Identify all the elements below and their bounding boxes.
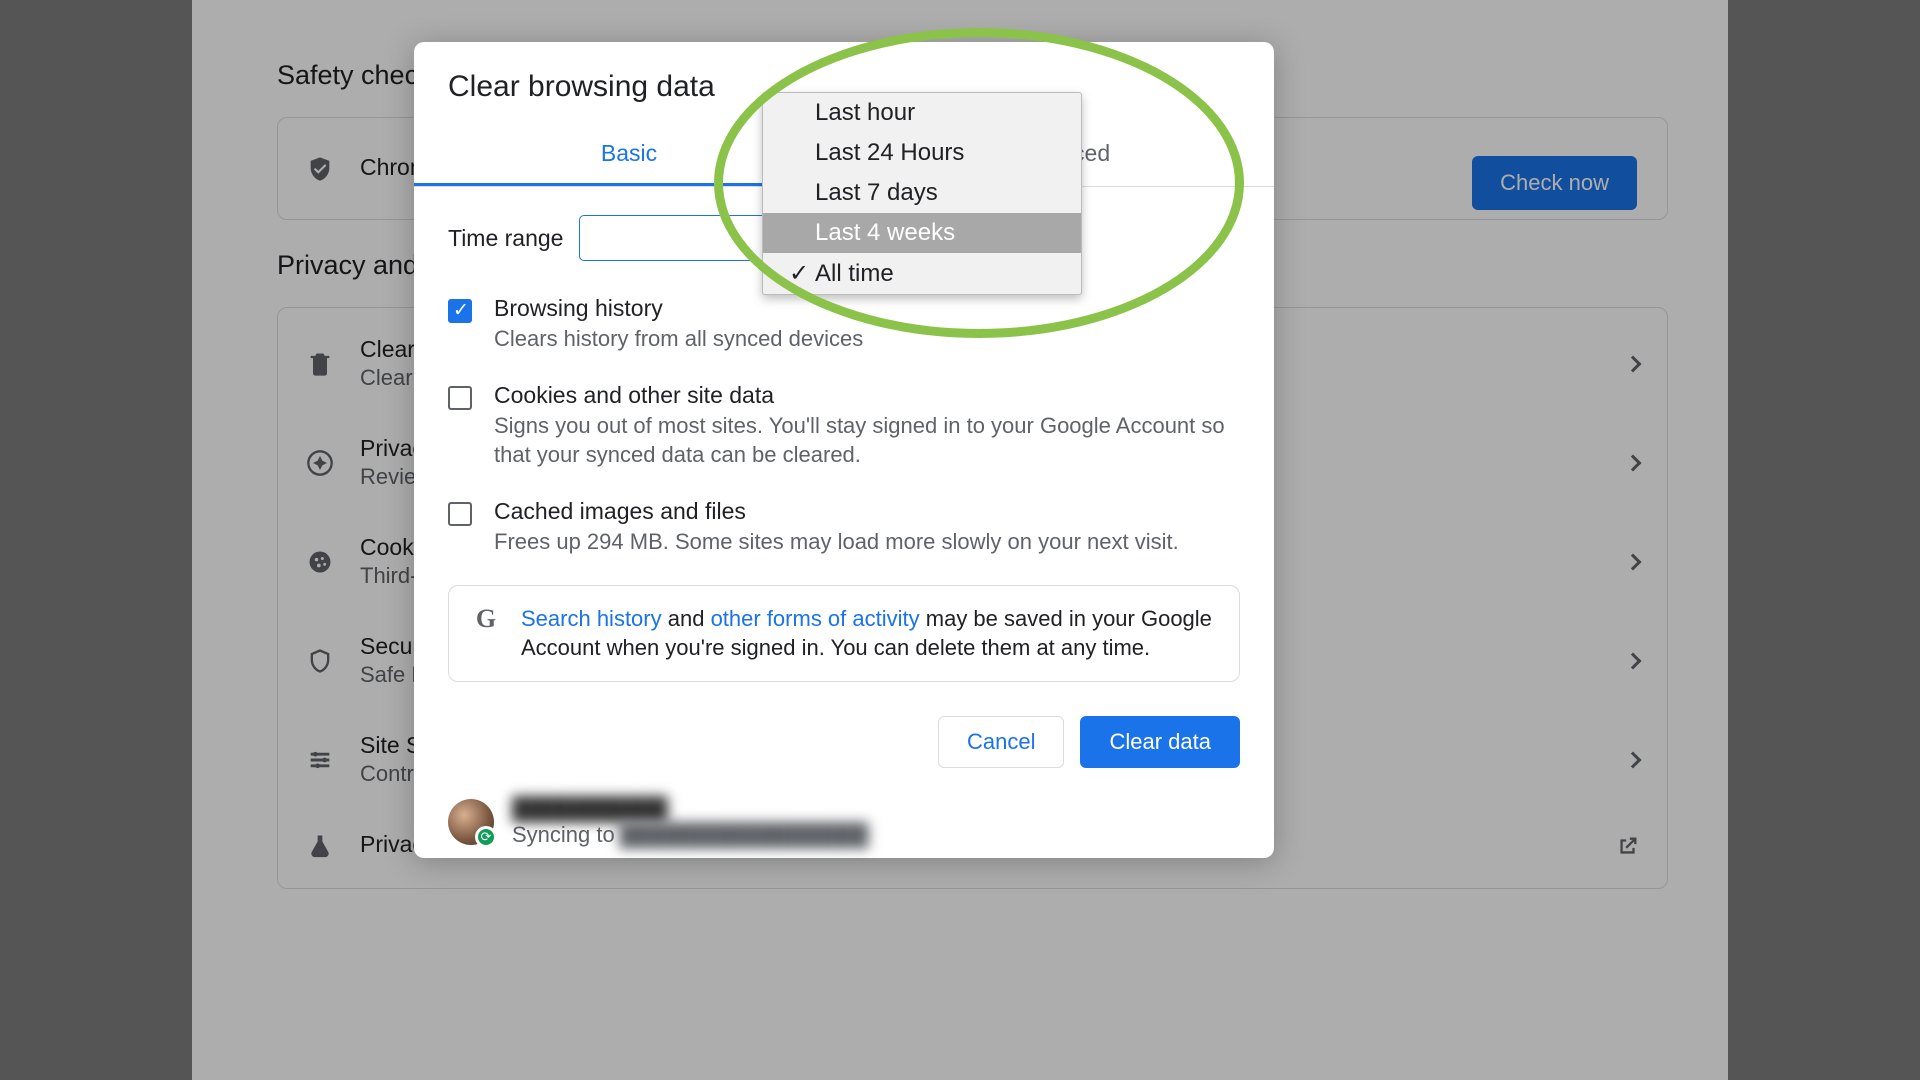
shield-outline-icon — [306, 647, 334, 675]
option-title: Browsing history — [494, 295, 863, 322]
option-browsing-history[interactable]: Browsing history Clears history from all… — [448, 295, 1240, 354]
option-title: Cached images and files — [494, 498, 1179, 525]
option-cookies[interactable]: Cookies and other site data Signs you ou… — [448, 382, 1240, 470]
account-name: ██████████ — [512, 796, 869, 822]
chevron-right-icon — [1625, 751, 1642, 768]
chevron-right-icon — [1625, 454, 1642, 471]
other-activity-link[interactable]: other forms of activity — [711, 606, 920, 631]
flask-icon — [306, 832, 334, 860]
info-text: Search history and other forms of activi… — [521, 604, 1217, 663]
option-desc: Clears history from all synced devices — [494, 324, 863, 354]
sync-account-row[interactable]: ⟳ ██████████ Syncing to ████████████████ — [414, 796, 1274, 858]
time-range-label: Time range — [448, 225, 563, 252]
option-cache[interactable]: Cached images and files Frees up 294 MB.… — [448, 498, 1240, 557]
open-external-icon — [1617, 835, 1639, 857]
dropdown-option-all-time[interactable]: ✓All time — [763, 253, 1081, 294]
option-desc: Signs you out of most sites. You'll stay… — [494, 411, 1240, 470]
option-desc: Frees up 294 MB. Some sites may load mor… — [494, 527, 1179, 557]
syncing-to-label: Syncing to — [512, 822, 615, 847]
shield-icon — [306, 155, 334, 183]
dropdown-option-last-hour[interactable]: Last hour — [763, 93, 1081, 133]
check-now-button[interactable]: Check now — [1472, 156, 1637, 210]
chevron-right-icon — [1625, 553, 1642, 570]
sync-badge-icon: ⟳ — [475, 826, 497, 848]
cookie-icon — [306, 548, 334, 576]
chevron-right-icon — [1625, 652, 1642, 669]
clear-data-button[interactable]: Clear data — [1080, 716, 1240, 768]
option-title: Cookies and other site data — [494, 382, 1240, 409]
trash-icon — [306, 350, 334, 378]
dropdown-option-last-24-hours[interactable]: Last 24 Hours — [763, 133, 1081, 173]
avatar: ⟳ — [448, 799, 494, 845]
account-email: ████████████████ — [619, 822, 868, 847]
cache-checkbox[interactable] — [448, 502, 472, 526]
checkmark-icon: ✓ — [789, 259, 805, 288]
dropdown-option-last-7-days[interactable]: Last 7 days — [763, 173, 1081, 213]
dropdown-option-last-4-weeks[interactable]: Last 4 weeks — [763, 213, 1081, 253]
cookies-checkbox[interactable] — [448, 386, 472, 410]
clear-browsing-data-dialog: Clear browsing data Basic Advanced Time … — [414, 42, 1274, 858]
browsing-history-checkbox[interactable] — [448, 299, 472, 323]
time-range-dropdown[interactable]: Last hour Last 24 Hours Last 7 days Last… — [762, 92, 1082, 295]
search-history-link[interactable]: Search history — [521, 606, 662, 631]
google-logo-icon: G — [471, 604, 501, 634]
sliders-icon — [306, 746, 334, 774]
chevron-right-icon — [1625, 355, 1642, 372]
compass-icon — [306, 449, 334, 477]
google-info-box: G Search history and other forms of acti… — [448, 585, 1240, 682]
cancel-button[interactable]: Cancel — [938, 716, 1064, 768]
